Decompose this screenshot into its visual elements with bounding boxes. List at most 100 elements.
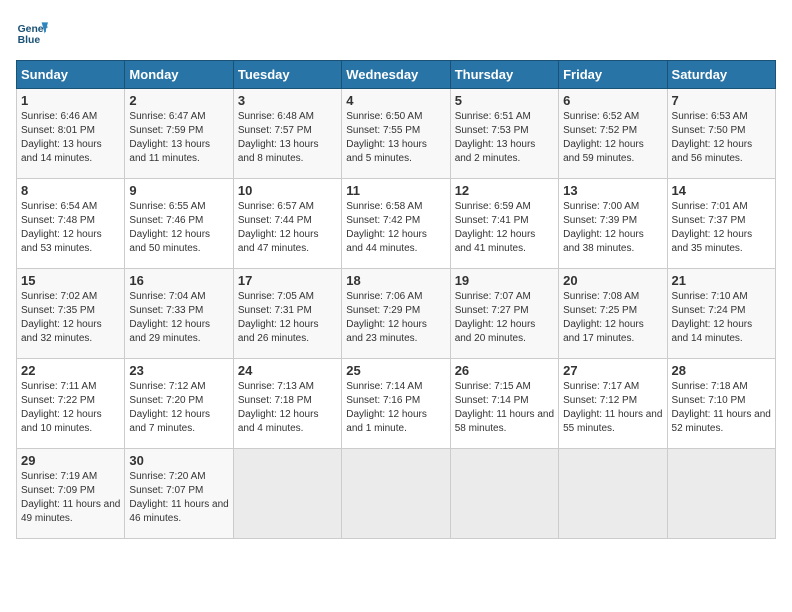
cell-content: Sunrise: 7:07 AMSunset: 7:27 PMDaylight:…: [455, 290, 554, 346]
cell-content: Sunrise: 7:15 AMSunset: 7:14 PMDaylight:…: [455, 380, 554, 436]
cell-content: Sunrise: 6:59 AMSunset: 7:41 PMDaylight:…: [455, 200, 554, 256]
day-number: 13: [563, 183, 662, 198]
calendar-week-1: 1 Sunrise: 6:46 AMSunset: 8:01 PMDayligh…: [17, 89, 776, 179]
calendar-week-4: 22 Sunrise: 7:11 AMSunset: 7:22 PMDaylig…: [17, 359, 776, 449]
day-number: 1: [21, 93, 120, 108]
weekday-header-wednesday: Wednesday: [342, 61, 450, 89]
cell-content: Sunrise: 6:46 AMSunset: 8:01 PMDaylight:…: [21, 110, 120, 166]
calendar-cell: [559, 449, 667, 539]
weekday-header-monday: Monday: [125, 61, 233, 89]
day-number: 15: [21, 273, 120, 288]
day-number: 28: [672, 363, 771, 378]
calendar-week-5: 29 Sunrise: 7:19 AMSunset: 7:09 PMDaylig…: [17, 449, 776, 539]
calendar-cell: [667, 449, 775, 539]
calendar-cell: 17 Sunrise: 7:05 AMSunset: 7:31 PMDaylig…: [233, 269, 341, 359]
day-number: 5: [455, 93, 554, 108]
day-number: 24: [238, 363, 337, 378]
calendar-cell: 10 Sunrise: 6:57 AMSunset: 7:44 PMDaylig…: [233, 179, 341, 269]
calendar-cell: 5 Sunrise: 6:51 AMSunset: 7:53 PMDayligh…: [450, 89, 558, 179]
day-number: 21: [672, 273, 771, 288]
calendar-cell: 21 Sunrise: 7:10 AMSunset: 7:24 PMDaylig…: [667, 269, 775, 359]
day-number: 6: [563, 93, 662, 108]
calendar-cell: 11 Sunrise: 6:58 AMSunset: 7:42 PMDaylig…: [342, 179, 450, 269]
calendar-cell: 22 Sunrise: 7:11 AMSunset: 7:22 PMDaylig…: [17, 359, 125, 449]
calendar-cell: 18 Sunrise: 7:06 AMSunset: 7:29 PMDaylig…: [342, 269, 450, 359]
calendar-table: SundayMondayTuesdayWednesdayThursdayFrid…: [16, 60, 776, 539]
day-number: 2: [129, 93, 228, 108]
calendar-cell: 7 Sunrise: 6:53 AMSunset: 7:50 PMDayligh…: [667, 89, 775, 179]
cell-content: Sunrise: 7:10 AMSunset: 7:24 PMDaylight:…: [672, 290, 771, 346]
cell-content: Sunrise: 6:55 AMSunset: 7:46 PMDaylight:…: [129, 200, 228, 256]
cell-content: Sunrise: 7:14 AMSunset: 7:16 PMDaylight:…: [346, 380, 445, 436]
weekday-header-saturday: Saturday: [667, 61, 775, 89]
cell-content: Sunrise: 6:58 AMSunset: 7:42 PMDaylight:…: [346, 200, 445, 256]
day-number: 12: [455, 183, 554, 198]
day-number: 16: [129, 273, 228, 288]
cell-content: Sunrise: 7:20 AMSunset: 7:07 PMDaylight:…: [129, 470, 228, 526]
calendar-cell: 30 Sunrise: 7:20 AMSunset: 7:07 PMDaylig…: [125, 449, 233, 539]
day-number: 27: [563, 363, 662, 378]
calendar-cell: 1 Sunrise: 6:46 AMSunset: 8:01 PMDayligh…: [17, 89, 125, 179]
cell-content: Sunrise: 6:52 AMSunset: 7:52 PMDaylight:…: [563, 110, 662, 166]
calendar-cell: 12 Sunrise: 6:59 AMSunset: 7:41 PMDaylig…: [450, 179, 558, 269]
calendar-cell: 9 Sunrise: 6:55 AMSunset: 7:46 PMDayligh…: [125, 179, 233, 269]
cell-content: Sunrise: 7:05 AMSunset: 7:31 PMDaylight:…: [238, 290, 337, 346]
cell-content: Sunrise: 6:53 AMSunset: 7:50 PMDaylight:…: [672, 110, 771, 166]
cell-content: Sunrise: 7:08 AMSunset: 7:25 PMDaylight:…: [563, 290, 662, 346]
calendar-cell: 8 Sunrise: 6:54 AMSunset: 7:48 PMDayligh…: [17, 179, 125, 269]
svg-text:Blue: Blue: [18, 35, 41, 46]
cell-content: Sunrise: 7:17 AMSunset: 7:12 PMDaylight:…: [563, 380, 662, 436]
cell-content: Sunrise: 7:11 AMSunset: 7:22 PMDaylight:…: [21, 380, 120, 436]
day-number: 14: [672, 183, 771, 198]
cell-content: Sunrise: 6:48 AMSunset: 7:57 PMDaylight:…: [238, 110, 337, 166]
day-number: 22: [21, 363, 120, 378]
day-number: 19: [455, 273, 554, 288]
page-header: General Blue: [16, 16, 776, 48]
weekday-header-friday: Friday: [559, 61, 667, 89]
day-number: 10: [238, 183, 337, 198]
calendar-cell: 28 Sunrise: 7:18 AMSunset: 7:10 PMDaylig…: [667, 359, 775, 449]
cell-content: Sunrise: 7:04 AMSunset: 7:33 PMDaylight:…: [129, 290, 228, 346]
calendar-cell: 23 Sunrise: 7:12 AMSunset: 7:20 PMDaylig…: [125, 359, 233, 449]
cell-content: Sunrise: 6:47 AMSunset: 7:59 PMDaylight:…: [129, 110, 228, 166]
cell-content: Sunrise: 7:19 AMSunset: 7:09 PMDaylight:…: [21, 470, 120, 526]
cell-content: Sunrise: 6:51 AMSunset: 7:53 PMDaylight:…: [455, 110, 554, 166]
calendar-cell: 14 Sunrise: 7:01 AMSunset: 7:37 PMDaylig…: [667, 179, 775, 269]
calendar-week-3: 15 Sunrise: 7:02 AMSunset: 7:35 PMDaylig…: [17, 269, 776, 359]
weekday-header-row: SundayMondayTuesdayWednesdayThursdayFrid…: [17, 61, 776, 89]
calendar-cell: 13 Sunrise: 7:00 AMSunset: 7:39 PMDaylig…: [559, 179, 667, 269]
day-number: 11: [346, 183, 445, 198]
calendar-cell: 3 Sunrise: 6:48 AMSunset: 7:57 PMDayligh…: [233, 89, 341, 179]
calendar-cell: 4 Sunrise: 6:50 AMSunset: 7:55 PMDayligh…: [342, 89, 450, 179]
cell-content: Sunrise: 7:12 AMSunset: 7:20 PMDaylight:…: [129, 380, 228, 436]
calendar-cell: 6 Sunrise: 6:52 AMSunset: 7:52 PMDayligh…: [559, 89, 667, 179]
logo-icon: General Blue: [16, 16, 48, 48]
day-number: 29: [21, 453, 120, 468]
day-number: 23: [129, 363, 228, 378]
cell-content: Sunrise: 7:01 AMSunset: 7:37 PMDaylight:…: [672, 200, 771, 256]
weekday-header-tuesday: Tuesday: [233, 61, 341, 89]
calendar-cell: [342, 449, 450, 539]
calendar-cell: [450, 449, 558, 539]
logo: General Blue: [16, 16, 48, 48]
day-number: 30: [129, 453, 228, 468]
cell-content: Sunrise: 6:50 AMSunset: 7:55 PMDaylight:…: [346, 110, 445, 166]
cell-content: Sunrise: 7:00 AMSunset: 7:39 PMDaylight:…: [563, 200, 662, 256]
cell-content: Sunrise: 7:18 AMSunset: 7:10 PMDaylight:…: [672, 380, 771, 436]
calendar-cell: 16 Sunrise: 7:04 AMSunset: 7:33 PMDaylig…: [125, 269, 233, 359]
weekday-header-thursday: Thursday: [450, 61, 558, 89]
day-number: 20: [563, 273, 662, 288]
cell-content: Sunrise: 7:13 AMSunset: 7:18 PMDaylight:…: [238, 380, 337, 436]
weekday-header-sunday: Sunday: [17, 61, 125, 89]
calendar-cell: 29 Sunrise: 7:19 AMSunset: 7:09 PMDaylig…: [17, 449, 125, 539]
calendar-cell: 25 Sunrise: 7:14 AMSunset: 7:16 PMDaylig…: [342, 359, 450, 449]
cell-content: Sunrise: 7:06 AMSunset: 7:29 PMDaylight:…: [346, 290, 445, 346]
day-number: 26: [455, 363, 554, 378]
calendar-cell: 20 Sunrise: 7:08 AMSunset: 7:25 PMDaylig…: [559, 269, 667, 359]
cell-content: Sunrise: 7:02 AMSunset: 7:35 PMDaylight:…: [21, 290, 120, 346]
calendar-cell: 19 Sunrise: 7:07 AMSunset: 7:27 PMDaylig…: [450, 269, 558, 359]
day-number: 4: [346, 93, 445, 108]
calendar-cell: 24 Sunrise: 7:13 AMSunset: 7:18 PMDaylig…: [233, 359, 341, 449]
calendar-cell: [233, 449, 341, 539]
day-number: 9: [129, 183, 228, 198]
